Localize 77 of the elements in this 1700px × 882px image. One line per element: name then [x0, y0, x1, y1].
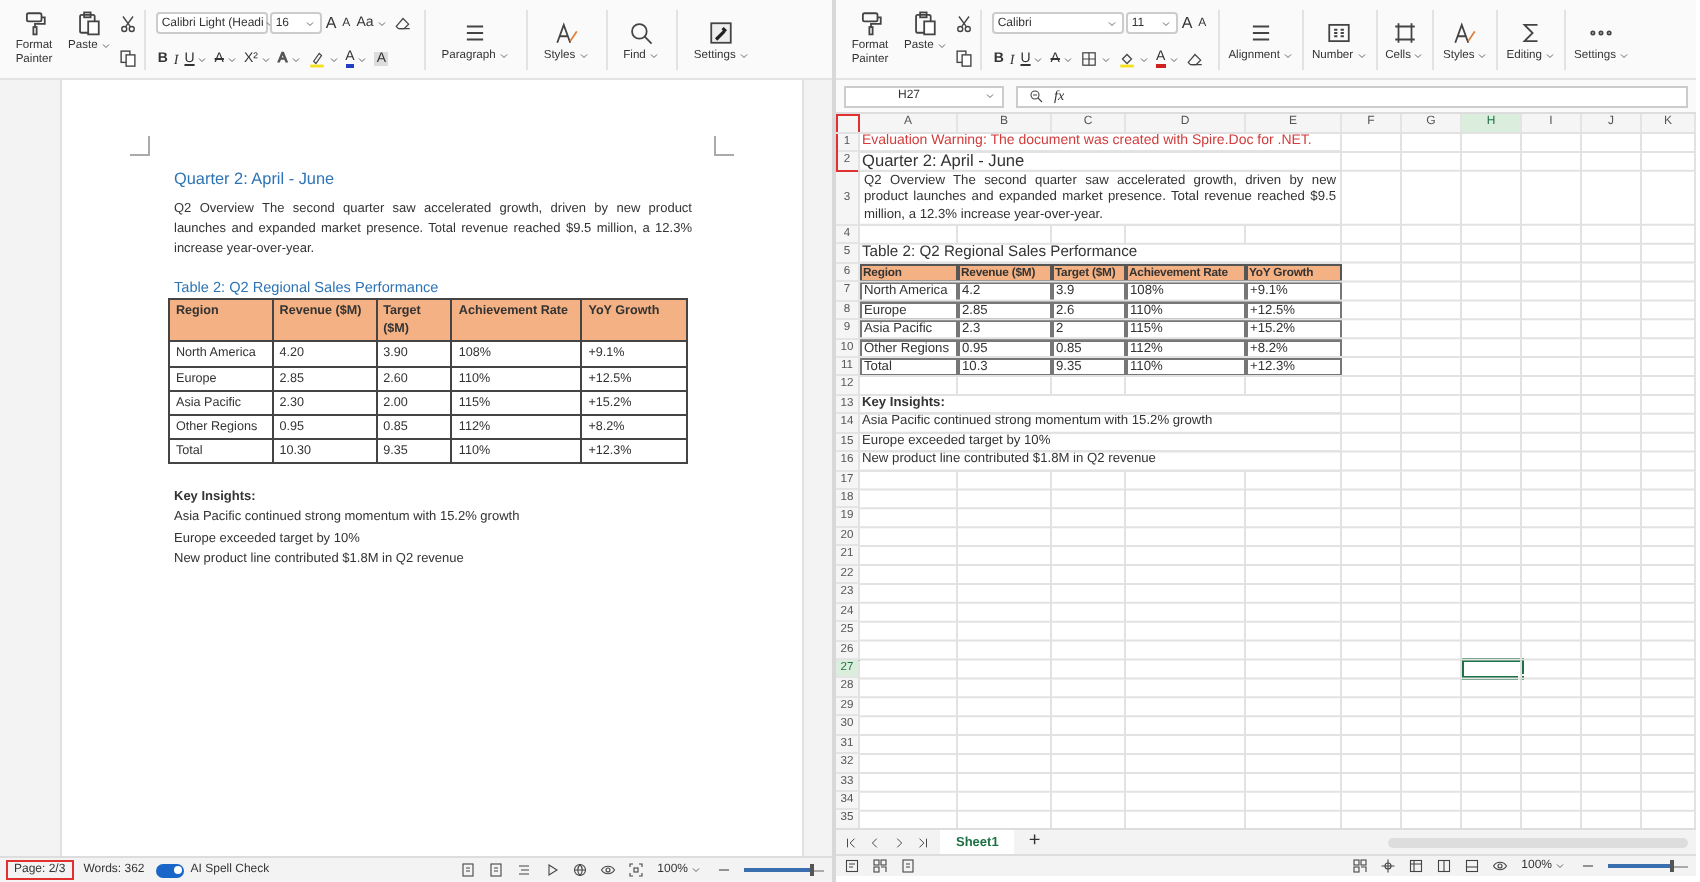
clipboard-icon — [76, 10, 103, 36]
scissors-icon[interactable] — [117, 13, 138, 33]
caret-icon — [1544, 49, 1557, 61]
caret-icon — [1281, 49, 1294, 61]
caret-icon — [356, 53, 369, 65]
page-layout-icon[interactable] — [1435, 858, 1452, 874]
eraser-icon[interactable] — [393, 14, 412, 32]
next-sheet-icon[interactable] — [892, 835, 906, 849]
grid-options-icon[interactable] — [1351, 858, 1368, 874]
caret-icon — [1554, 860, 1566, 872]
print-layout-icon[interactable] — [487, 862, 504, 878]
section-title: Quarter 2: April - June — [860, 152, 1342, 172]
play-icon[interactable] — [543, 862, 560, 878]
selected-cell[interactable] — [1462, 659, 1522, 679]
settings-icon — [708, 19, 735, 45]
copy-icon[interactable] — [953, 47, 974, 67]
eraser-icon[interactable] — [1185, 50, 1204, 68]
spell-check-toggle[interactable] — [156, 863, 185, 877]
caret-icon — [690, 864, 702, 876]
add-sheet-button[interactable]: + — [1024, 832, 1045, 852]
borders-icon[interactable] — [1079, 50, 1098, 68]
caret-icon — [1137, 53, 1150, 65]
section-heading: Quarter 2: April - June — [174, 170, 337, 188]
caret-icon — [1412, 49, 1425, 61]
eye-icon[interactable] — [599, 862, 616, 878]
caret-icon — [497, 49, 510, 61]
number-format-icon — [1326, 19, 1353, 45]
highlighter-icon[interactable] — [307, 50, 326, 68]
copy-icon[interactable] — [117, 47, 138, 67]
caret-icon — [1355, 49, 1368, 61]
caret-icon — [1105, 17, 1118, 29]
zoom-icon — [1028, 88, 1044, 104]
zoom-slider[interactable] — [744, 862, 824, 878]
caret-icon — [577, 49, 590, 61]
paintbrush-icon — [21, 10, 47, 36]
fit-page-icon[interactable] — [627, 862, 644, 878]
caret-icon — [1159, 17, 1172, 29]
fill-bucket-icon[interactable] — [1117, 50, 1136, 68]
grow-font-button[interactable]: A — [1179, 14, 1195, 32]
cells-icon — [1392, 19, 1419, 45]
caret-icon — [647, 49, 660, 61]
grow-font-button[interactable]: A — [323, 14, 339, 32]
caret-icon — [259, 53, 272, 65]
styles-icon — [1452, 19, 1479, 45]
move-icon[interactable] — [1379, 858, 1396, 874]
caret-icon — [375, 17, 388, 29]
page-icon[interactable] — [900, 858, 916, 874]
caret-icon — [303, 17, 316, 29]
previous-sheet-icon[interactable] — [868, 835, 882, 849]
caret-icon — [1099, 53, 1112, 65]
macro-icon[interactable] — [844, 858, 860, 874]
clipboard-icon — [912, 10, 939, 36]
normal-view-icon[interactable] — [1407, 858, 1424, 874]
caret-icon — [1061, 53, 1074, 65]
globe-icon[interactable] — [571, 862, 588, 878]
caret-icon — [196, 53, 209, 65]
caret-icon — [99, 40, 112, 52]
caret-icon — [1167, 53, 1180, 65]
scissors-icon[interactable] — [953, 13, 974, 33]
zoom-slider[interactable] — [1608, 858, 1688, 874]
caret-icon — [327, 53, 340, 65]
caret-icon — [1032, 53, 1045, 65]
last-sheet-icon[interactable] — [916, 835, 930, 849]
eye-icon[interactable] — [1491, 858, 1508, 874]
page-view-icon[interactable] — [459, 862, 476, 878]
caret-icon — [1476, 49, 1489, 61]
search-icon — [628, 19, 655, 45]
styles-icon — [553, 19, 580, 45]
caret-icon — [289, 53, 302, 65]
page-break-icon[interactable] — [1463, 858, 1480, 874]
caret-icon — [737, 49, 750, 61]
caret-icon — [225, 53, 238, 65]
first-sheet-icon[interactable] — [844, 835, 858, 849]
paintbrush-icon — [857, 10, 883, 36]
caret-icon — [984, 90, 996, 102]
caret-icon — [935, 40, 948, 52]
caret-icon — [1617, 49, 1630, 61]
